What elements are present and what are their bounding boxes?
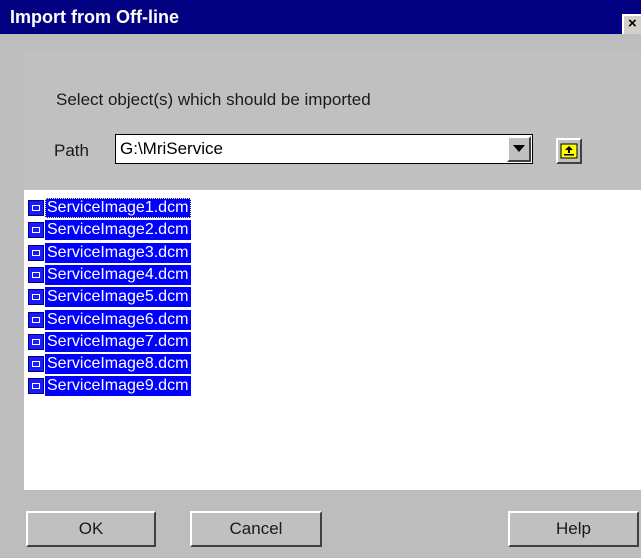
image-file-icon (28, 222, 44, 239)
file-name: ServiceImage1.dcm (45, 198, 192, 218)
list-item[interactable]: ServiceImage5.dcm (28, 287, 192, 308)
ok-button[interactable]: OK (26, 511, 156, 547)
image-file-icon (28, 289, 44, 306)
chevron-down-icon (513, 145, 525, 152)
cancel-button[interactable]: Cancel (190, 511, 322, 547)
list-item[interactable]: ServiceImage2.dcm (28, 220, 192, 241)
list-item[interactable]: ServiceImage1.dcm (28, 198, 192, 218)
list-item[interactable]: ServiceImage4.dcm (28, 264, 192, 285)
close-button[interactable]: × (622, 14, 641, 34)
list-item[interactable]: ServiceImage9.dcm (28, 376, 192, 397)
path-panel: Select object(s) which should be importe… (24, 50, 641, 190)
file-name: ServiceImage2.dcm (45, 220, 192, 241)
path-dropdown-button[interactable] (507, 136, 531, 162)
button-bar: OK Cancel Help (0, 490, 641, 558)
image-file-icon (28, 266, 44, 283)
path-label: Path (54, 141, 89, 160)
list-item[interactable]: ServiceImage7.dcm (28, 331, 192, 352)
image-file-icon (28, 378, 44, 395)
title-bar[interactable]: Import from Off-line × (0, 0, 641, 34)
image-file-icon (28, 244, 44, 261)
window-title: Import from Off-line (10, 7, 179, 27)
import-dialog: Import from Off-line × Select object(s) … (0, 0, 641, 558)
file-name: ServiceImage8.dcm (45, 354, 192, 375)
file-name: ServiceImage6.dcm (45, 309, 192, 330)
list-item[interactable]: ServiceImage8.dcm (28, 354, 192, 375)
file-name: ServiceImage9.dcm (45, 376, 192, 397)
file-name: ServiceImage3.dcm (45, 242, 192, 263)
prompt-label: Select object(s) which should be importe… (56, 90, 371, 109)
image-file-icon (28, 311, 44, 328)
image-file-icon (28, 356, 44, 373)
file-name: ServiceImage7.dcm (45, 331, 192, 352)
image-file-icon (28, 200, 44, 216)
file-name: ServiceImage4.dcm (45, 264, 192, 285)
file-name: ServiceImage5.dcm (45, 287, 192, 308)
file-list[interactable]: ServiceImage1.dcm ServiceImage2.dcm Servic… (24, 190, 641, 490)
up-folder-button[interactable] (556, 138, 582, 164)
list-item[interactable]: ServiceImage3.dcm (28, 242, 192, 263)
image-file-icon (28, 333, 44, 350)
list-item[interactable]: ServiceImage6.dcm (28, 309, 192, 330)
path-combobox[interactable]: G:\MriService (115, 134, 533, 164)
help-button[interactable]: Help (508, 511, 639, 547)
folder-up-icon (560, 143, 578, 159)
path-value: G:\MriService (120, 139, 223, 158)
